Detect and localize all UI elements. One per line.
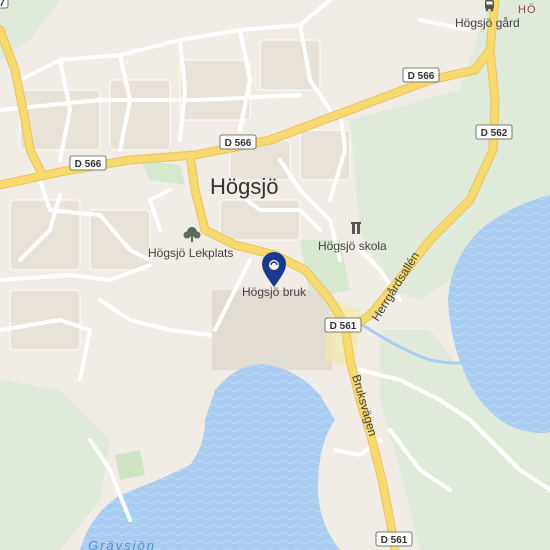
- map-canvas[interactable]: D 566 D 566 D 566 D 562 D 561 D 561 7 He…: [0, 0, 550, 550]
- road-shield-d562: D 562: [475, 124, 513, 140]
- road-shield-d566-b: D 566: [219, 134, 257, 150]
- svg-text:D 566: D 566: [408, 71, 435, 82]
- svg-text:D 566: D 566: [225, 138, 252, 149]
- corner-partial-label: HÖ: [518, 4, 537, 16]
- town-label: Högsjö: [210, 174, 278, 199]
- svg-text:D 561: D 561: [330, 321, 357, 332]
- playground-label: Högsjö Lekplats: [148, 246, 233, 260]
- map-svg: D 566 D 566 D 566 D 562 D 561 D 561 7 He…: [0, 0, 550, 550]
- mill-label: Högsjö bruk: [242, 285, 307, 299]
- road-shield-d566-a: D 566: [402, 67, 440, 83]
- lake-label-gravsjon: Grävsjön: [88, 538, 156, 550]
- road-shield-d566-c: D 566: [69, 155, 107, 171]
- road-shield-corner: 7: [0, 0, 9, 9]
- svg-text:D 566: D 566: [75, 159, 102, 170]
- road-shield-d561-a: D 561: [324, 317, 362, 333]
- school-label: Högsjö skola: [318, 239, 387, 253]
- svg-text:D 561: D 561: [381, 535, 408, 546]
- svg-text:7: 7: [0, 0, 5, 9]
- svg-text:D 562: D 562: [481, 128, 508, 139]
- road-shield-d561-b: D 561: [375, 531, 413, 547]
- farm-label: Högsjö gård: [455, 16, 520, 30]
